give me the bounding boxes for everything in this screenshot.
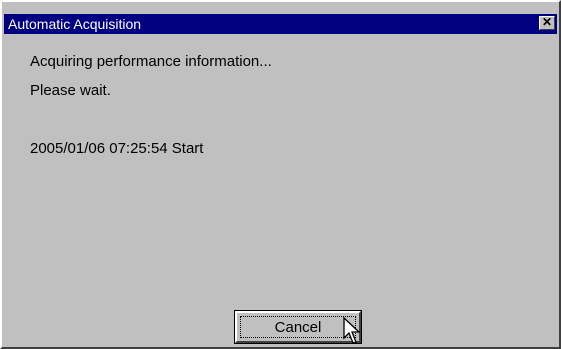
title-bar[interactable]: Automatic Acquisition ✕	[4, 14, 557, 34]
mouse-pointer-icon	[343, 317, 361, 344]
close-icon: ✕	[541, 15, 553, 29]
wait-message: Please wait.	[30, 82, 111, 99]
status-message: Acquiring performance information...	[30, 53, 272, 70]
cancel-button-label: Cancel	[274, 319, 322, 336]
window-title: Automatic Acquisition	[8, 16, 142, 32]
close-button[interactable]: ✕	[539, 16, 555, 30]
dialog-window: Automatic Acquisition ✕ Acquiring perfor…	[0, 0, 561, 349]
start-timestamp: 2005/01/06 07:25:54 Start	[30, 140, 204, 157]
